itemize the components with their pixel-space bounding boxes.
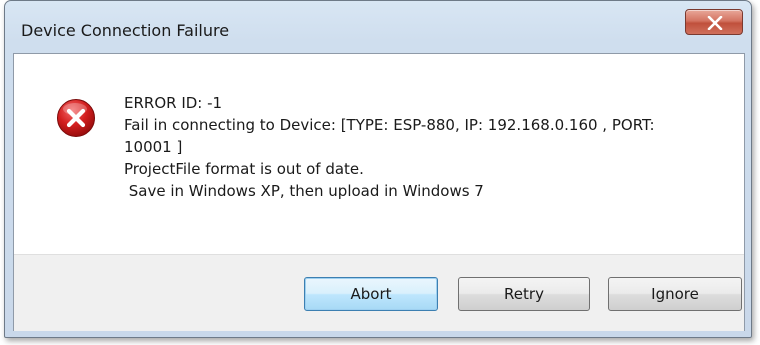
error-dialog: Device Connection Failure ERROR ID: -1 F…	[4, 0, 752, 338]
close-icon	[707, 16, 723, 30]
message-area: ERROR ID: -1 Fail in connecting to Devic…	[14, 54, 744, 254]
window-title: Device Connection Failure	[21, 21, 230, 40]
abort-button[interactable]: Abort	[304, 277, 438, 311]
close-button[interactable]	[685, 9, 743, 35]
title-bar[interactable]: Device Connection Failure	[5, 1, 751, 45]
message-line-format: ProjectFile format is out of date.	[124, 160, 364, 178]
error-message: ERROR ID: -1 Fail in connecting to Devic…	[124, 92, 724, 202]
ignore-button[interactable]: Ignore	[608, 277, 742, 311]
retry-button[interactable]: Retry	[458, 277, 590, 311]
error-icon	[57, 99, 95, 137]
message-line-error-id: ERROR ID: -1	[124, 94, 223, 112]
message-line-port: 10001 ]	[124, 138, 183, 156]
dialog-body: ERROR ID: -1 Fail in connecting to Devic…	[13, 53, 745, 331]
button-bar: Abort Retry Ignore	[14, 254, 744, 331]
message-line-connection: Fail in connecting to Device: [TYPE: ESP…	[124, 116, 655, 134]
message-line-instructions: Save in Windows XP, then upload in Windo…	[124, 182, 484, 200]
